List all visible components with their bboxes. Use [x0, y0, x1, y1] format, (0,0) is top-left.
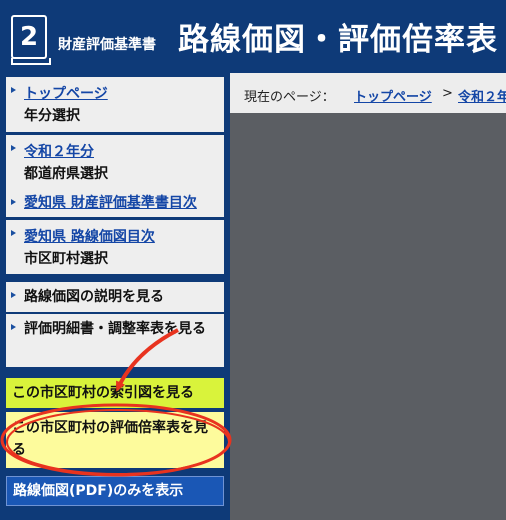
sidebar-label-adjustment-table[interactable]: 評価明細書・調整率表を見る	[24, 318, 220, 340]
index-map-button[interactable]: この市区町村の索引図を見る	[6, 378, 224, 408]
sidebar: トップページ 年分選択 令和２年分 都道府県選択 愛知県 財産評価基準書目次 愛…	[0, 73, 230, 520]
breadcrumb-label: 現在のページ：	[244, 90, 335, 105]
triangle-bullet-icon	[11, 199, 16, 205]
triangle-bullet-icon	[11, 324, 16, 330]
site-header: 2 財産評価基準書 路線価図・評価倍率表	[0, 0, 506, 73]
sidebar-link-reiwa2[interactable]: 令和２年分	[24, 141, 220, 163]
breadcrumb: 現在のページ： トップページ > 令和２年	[230, 73, 506, 113]
triangle-bullet-icon	[11, 230, 16, 236]
triangle-bullet-icon	[11, 292, 16, 298]
sidebar-item-aichi-index[interactable]: 愛知県 財産評価基準書目次	[6, 189, 224, 217]
sidebar-label-explanation[interactable]: 路線価図の説明を見る	[24, 286, 220, 308]
header-subtitle: 財産評価基準書	[58, 37, 156, 53]
sidebar-item-aichi-route-map[interactable]: 愛知県 路線価図目次 市区町村選択	[6, 220, 224, 274]
sidebar-item-adjustment-table[interactable]: 評価明細書・調整率表を見る	[6, 314, 224, 367]
book-logo-icon: 2	[11, 15, 51, 65]
breadcrumb-link-reiwa2[interactable]: 令和２年	[458, 86, 506, 105]
main-content: 現在のページ： トップページ > 令和２年	[230, 73, 506, 520]
sidebar-link-aichi-index[interactable]: 愛知県 財産評価基準書目次	[24, 192, 220, 214]
sidebar-link-top[interactable]: トップページ	[24, 83, 220, 105]
sidebar-item-reiwa2[interactable]: 令和２年分 都道府県選択	[6, 135, 224, 189]
page-title: 路線価図・評価倍率表	[178, 22, 498, 58]
triangle-bullet-icon	[11, 87, 16, 93]
triangle-bullet-icon	[11, 145, 16, 151]
sidebar-item-top[interactable]: トップページ 年分選択	[6, 77, 224, 132]
sidebar-sub-label: 市区町村選択	[24, 251, 108, 267]
sidebar-link-aichi-route-map[interactable]: 愛知県 路線価図目次	[24, 226, 220, 248]
ratio-table-button[interactable]: この市区町村の評価倍率表を見る	[6, 412, 224, 468]
sidebar-sub-label: 都道府県選択	[24, 166, 108, 182]
sidebar-item-explanation[interactable]: 路線価図の説明を見る	[6, 282, 224, 312]
pdf-only-button[interactable]: 路線価図(PDF)のみを表示	[6, 476, 224, 506]
sidebar-sub-label: 年分選択	[24, 108, 80, 124]
breadcrumb-link-top[interactable]: トップページ	[354, 86, 432, 105]
breadcrumb-separator: >	[442, 86, 453, 101]
